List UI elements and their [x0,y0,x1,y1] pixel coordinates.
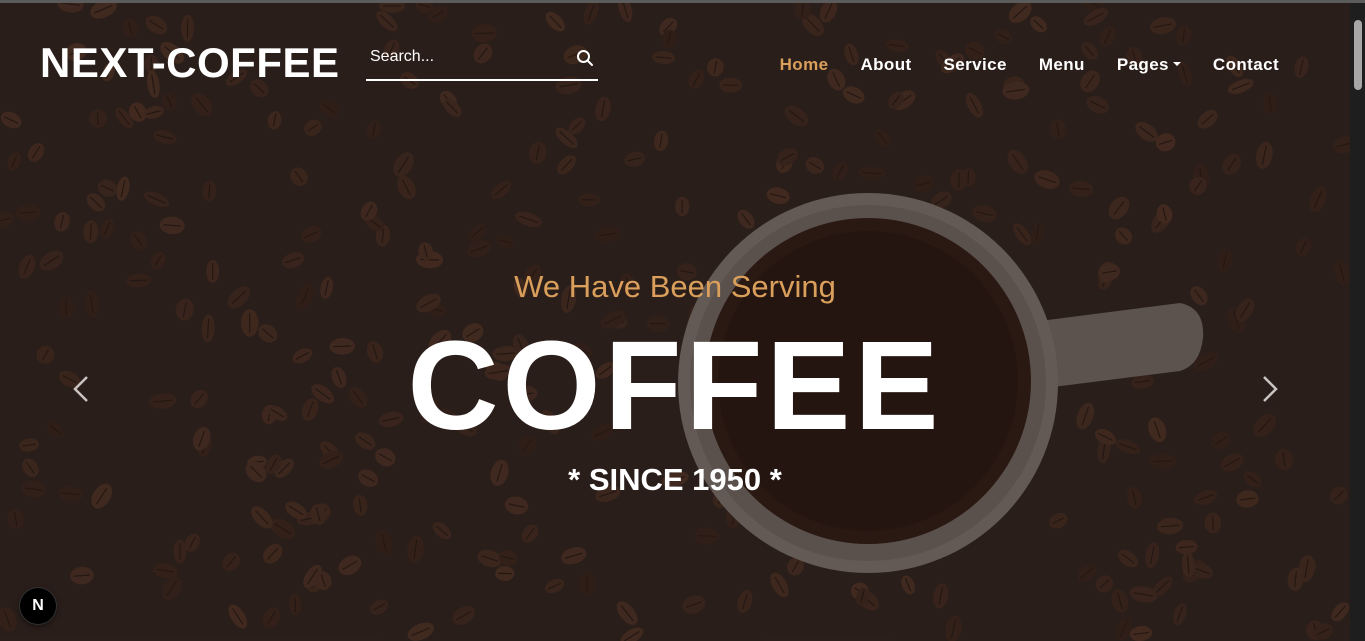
nav-pages-label: Pages [1116,55,1169,74]
scrollbar-thumb[interactable] [1354,20,1362,90]
vertical-scrollbar[interactable] [1350,3,1365,641]
search-bar [366,39,598,81]
window-top-border [0,0,1365,3]
nextjs-dev-badge[interactable]: N [20,588,56,624]
nav-menu[interactable]: Menu [1023,53,1101,77]
chevron-left-icon [73,376,88,402]
nav-pages-dropdown[interactable]: Pages [1101,53,1197,77]
hero-title: COFFEE [407,315,943,456]
nav-service[interactable]: Service [928,53,1023,77]
brand-logo[interactable]: NEXT-COFFEE [40,39,340,87]
hero-subtitle: * SINCE 1950 * [568,462,782,497]
nav-home[interactable]: Home [764,53,845,77]
caret-down-icon [1172,61,1181,66]
hero-eyebrow: We Have Been Serving [514,269,836,304]
chevron-right-icon [1263,376,1278,402]
main-nav: Home About Service Menu Pages Contact [764,53,1295,77]
nav-contact[interactable]: Contact [1197,53,1295,77]
search-icon[interactable] [574,47,596,69]
carousel-prev-button[interactable] [66,371,96,407]
carousel-next-button[interactable] [1255,371,1285,407]
nav-about[interactable]: About [844,53,927,77]
hero-carousel: NEXT-COFFEE Home About Service Menu Page… [0,3,1350,641]
search-input[interactable] [368,43,572,71]
